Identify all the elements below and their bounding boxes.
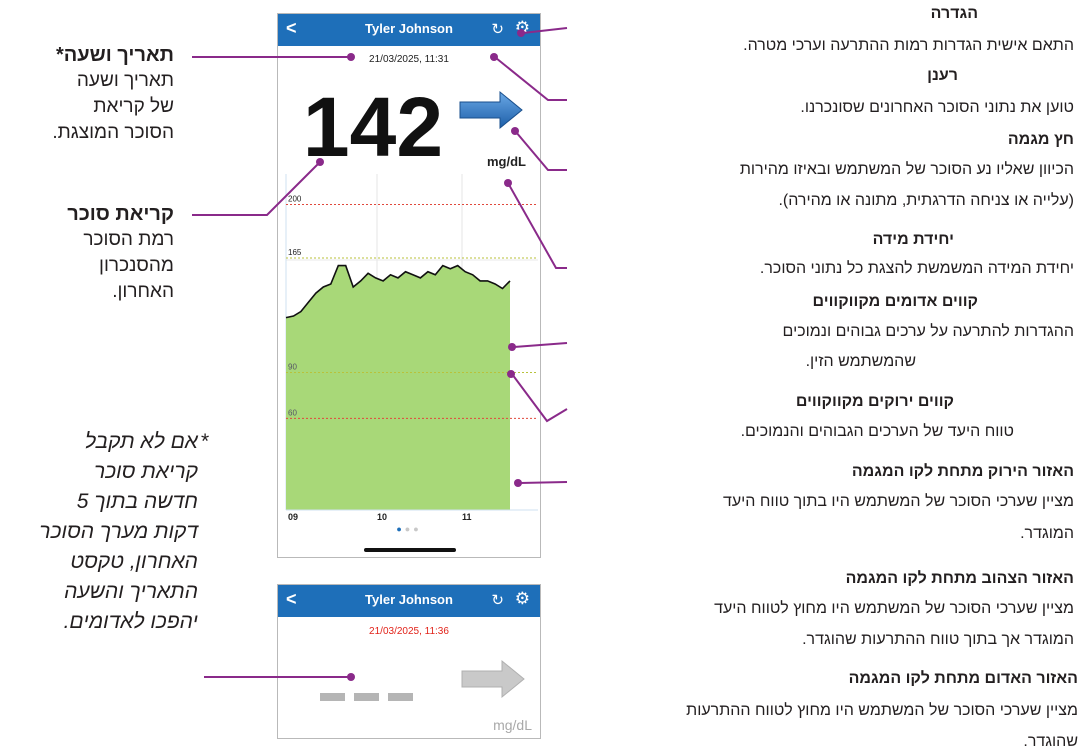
- note-line: האחרון, טקסט: [70, 550, 198, 573]
- stale-reading-note: אם לא תקבל קריאת סוכר חדשה בתוך 5 דקות מ…: [3, 427, 198, 637]
- callout-datetime: תאריך ושעה* תאריך ושעה של קריאת הסוכר המ…: [4, 42, 174, 146]
- callout-refresh-body: טוען את נתוני הסוכר האחרונים שסונכרנו.: [800, 99, 1074, 116]
- callout-datetime-title: תאריך ושעה*: [55, 44, 174, 66]
- note-line: אם לא תקבל: [84, 430, 198, 453]
- note-line: קריאת סוכר: [93, 460, 198, 483]
- callout-settings-title: הגדרה: [930, 5, 978, 22]
- callout-green-area-body: המוגדר.: [1020, 525, 1074, 542]
- callout-datetime-line: תאריך ושעה: [76, 70, 174, 91]
- callout-green-lines-title: קווים ירוקים מקווקווים: [795, 393, 954, 410]
- callout-red-lines-title: קווים אדומים מקווקווים: [812, 293, 978, 310]
- callout-green-area-title: האזור הירוק מתחת לקו המגמה: [851, 463, 1074, 480]
- callout-reading: קריאת סוכר רמת הסוכר מהסנכרון האחרון.: [24, 201, 174, 305]
- callout-yellow-area-body: מציין שערכי הסוכר של המשתמש היו מחוץ לטו…: [714, 600, 1074, 617]
- callout-datetime-line: הסוכר המוצגת.: [52, 122, 174, 143]
- callout-trend-title: חץ מגמה: [1007, 131, 1074, 148]
- note-line: דקות מערך הסוכר: [39, 520, 198, 543]
- callout-reading-title: קריאת סוכר: [67, 203, 174, 225]
- callout-green-lines-body: טווח היעד של הערכים הגבוהים והנמוכים.: [740, 423, 1014, 440]
- callout-unit-body: יחידת המידה המשמשת להצגת כל נתוני הסוכר.: [759, 260, 1074, 277]
- note-asterisk: *: [201, 430, 210, 453]
- callout-datetime-line: של קריאת: [93, 96, 174, 117]
- callout-red-area-body: מציין שערכי הסוכר של המשתמש היו מחוץ לטו…: [686, 702, 1078, 719]
- note-line: יהפכו לאדומים.: [63, 610, 198, 633]
- callout-refresh-title: רענן: [927, 67, 958, 84]
- callout-unit-title: יחידת מידה: [872, 231, 954, 248]
- callout-reading-line: האחרון.: [112, 281, 174, 302]
- callout-red-area-title: האזור האדום מתחת לקו המגמה: [848, 670, 1078, 687]
- callout-red-lines-body: שהמשתמש הזין.: [805, 353, 916, 370]
- note-line: חדשה בתוך 5: [76, 490, 198, 513]
- note-line: התאריך והשעה: [64, 580, 198, 603]
- callout-red-area-body: שהוגדר.: [1023, 733, 1078, 750]
- callout-yellow-area-body: המוגדר אך בתוך טווח ההתרעות שהוגדר.: [802, 631, 1074, 648]
- callout-reading-line: מהסנכרון: [99, 255, 174, 276]
- callout-red-lines-body: ההגדרות להתרעה על ערכים גבוהים ונמוכים: [782, 323, 1074, 340]
- callout-reading-line: רמת הסוכר: [83, 229, 174, 250]
- callout-yellow-area-title: האזור הצהוב מתחת לקו המגמה: [845, 570, 1074, 587]
- callout-trend-body: הכיוון שאליו נע הסוכר של המשתמש ובאיזו מ…: [739, 161, 1074, 178]
- callout-trend-body: (עלייה או צניחה הדרגתית, מתונה או מהירה)…: [778, 192, 1074, 209]
- callout-settings-body: התאם אישית הגדרות רמות ההתרעה וערכי מטרה…: [743, 37, 1074, 54]
- callout-green-area-body: מציין שערכי הסוכר של המשתמש היו בתוך טוו…: [722, 493, 1074, 510]
